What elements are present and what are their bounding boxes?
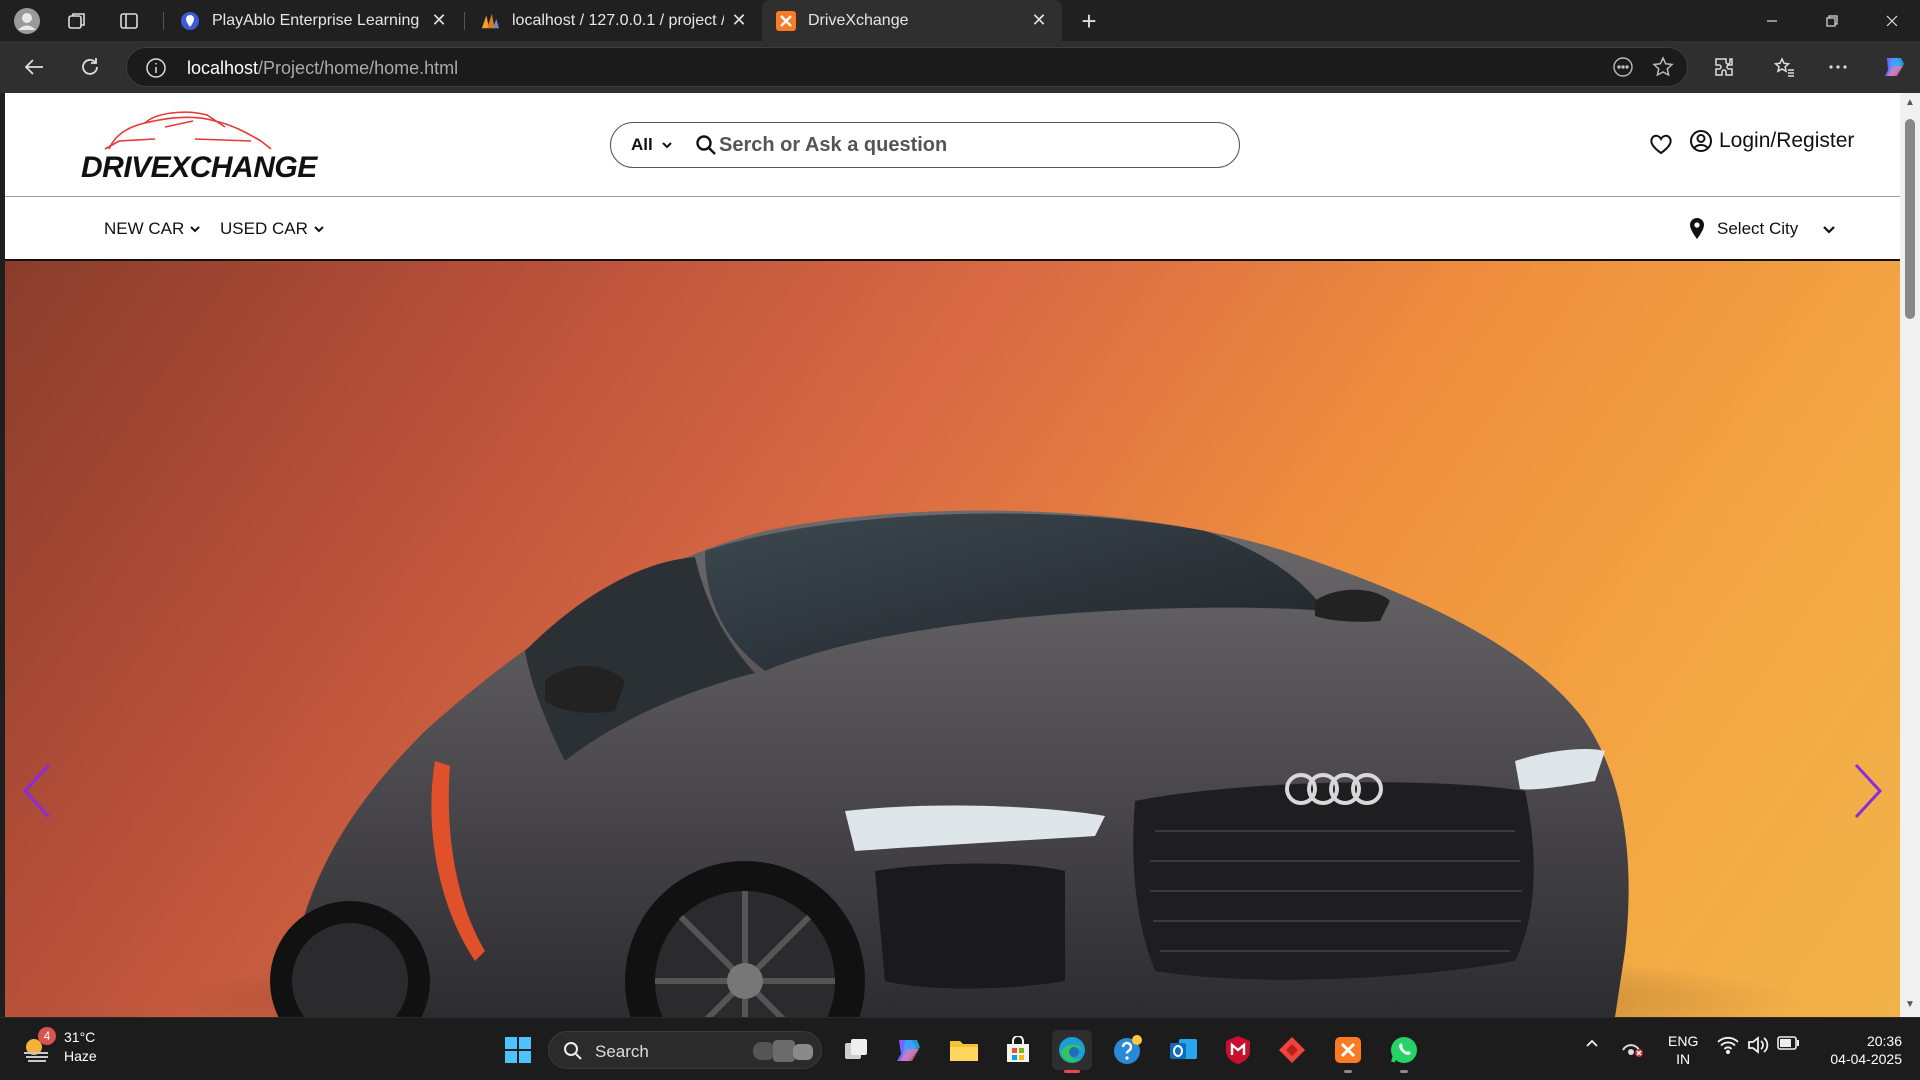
more-options-icon[interactable]: [1822, 51, 1854, 83]
search-category-select[interactable]: All: [631, 135, 673, 155]
heart-icon[interactable]: [1648, 131, 1674, 157]
tab-drivexchange[interactable]: DriveXchange ✕: [762, 0, 1062, 41]
battery-icon[interactable]: [1776, 1036, 1800, 1050]
workspaces-icon[interactable]: [62, 6, 92, 36]
whatsapp-icon[interactable]: [1384, 1030, 1424, 1073]
back-arrow-icon[interactable]: [18, 51, 50, 83]
tab-playablo[interactable]: PlayAblo Enterprise Learning ✕: [166, 0, 462, 41]
tab-close-button[interactable]: ✕: [730, 10, 748, 31]
wifi-icon[interactable]: [1716, 1036, 1740, 1054]
site-header: DRIVEXCHANGE All Login/Register: [5, 93, 1900, 197]
edge-browser-icon[interactable]: [1052, 1030, 1092, 1073]
chevron-down-icon: [662, 142, 672, 149]
nav-used-car[interactable]: USED CAR: [220, 219, 325, 239]
start-windows-icon[interactable]: [498, 1030, 538, 1070]
xampp-favicon-icon: [776, 10, 796, 31]
weather-badge: 4: [38, 1027, 56, 1045]
site-info-icon[interactable]: [145, 57, 167, 79]
url-text: localhost/Project/home/home.html: [187, 58, 459, 78]
language-indicator[interactable]: ENG IN: [1668, 1032, 1698, 1068]
xampp-icon[interactable]: [1328, 1030, 1368, 1073]
tab-title: localhost / 127.0.0.1 / project / old: [512, 11, 724, 29]
select-city-dropdown[interactable]: Select City: [1687, 217, 1836, 241]
new-tab-button[interactable]: +: [1074, 6, 1104, 36]
weather-condition: Haze: [64, 1048, 97, 1064]
hero-carousel: [5, 261, 1900, 1017]
search-bar: All: [610, 122, 1240, 168]
copilot-icon[interactable]: [1878, 51, 1910, 83]
hero-car-image: [165, 510, 1805, 1017]
logo-wordmark: DRIVEXCHANGE: [81, 151, 317, 184]
system-clock[interactable]: 20:36 04-04-2025: [1812, 1032, 1902, 1068]
volume-icon[interactable]: [1746, 1036, 1770, 1054]
search-highlight-icon: [753, 1040, 813, 1062]
tab-close-button[interactable]: ✕: [430, 10, 448, 31]
window-close-button[interactable]: [1862, 0, 1920, 41]
reading-mode-icon[interactable]: [1607, 51, 1639, 83]
site-logo[interactable]: DRIVEXCHANGE: [75, 105, 317, 185]
anydesk-icon[interactable]: [1272, 1030, 1312, 1070]
get-help-icon[interactable]: [1108, 1030, 1148, 1070]
chevron-down-icon: [314, 226, 324, 233]
microsoft-store-icon[interactable]: [998, 1030, 1038, 1070]
page-viewport: DRIVEXCHANGE All Login/Register NEW CAR …: [5, 93, 1900, 1017]
weather-haze-icon: 4: [20, 1027, 56, 1065]
tab-close-button[interactable]: ✕: [1030, 10, 1048, 31]
playablo-favicon-icon: [180, 11, 200, 31]
tab-actions-icon[interactable]: [114, 6, 144, 36]
file-explorer-icon[interactable]: [944, 1030, 984, 1070]
tab-phpmyadmin[interactable]: localhost / 127.0.0.1 / project / old ✕: [466, 0, 762, 41]
weather-temp: 31°C: [64, 1029, 96, 1045]
windows-taskbar: 4 31°C Haze Search ENG IN 20:36 04-04-20…: [0, 1017, 1920, 1080]
scrollbar-thumb[interactable]: [1905, 119, 1915, 319]
reload-icon[interactable]: [74, 51, 106, 83]
show-hidden-icons-chevron-icon[interactable]: [1582, 1036, 1602, 1050]
tab-title: PlayAblo Enterprise Learning: [212, 11, 420, 29]
search-icon[interactable]: [695, 134, 717, 156]
weather-widget[interactable]: 4 31°C Haze: [20, 1027, 97, 1066]
favorites-icon[interactable]: [1768, 51, 1800, 83]
nav-new-car[interactable]: NEW CAR: [104, 219, 201, 239]
profile-avatar-icon[interactable]: [12, 6, 42, 36]
tab-title: DriveXchange: [808, 11, 909, 29]
taskbar-search-label: Search: [595, 1042, 649, 1061]
mcafee-icon[interactable]: [1218, 1030, 1258, 1070]
favorite-star-icon[interactable]: [1647, 51, 1679, 83]
search-input[interactable]: [719, 131, 1219, 159]
network-disconnected-icon[interactable]: [1620, 1036, 1646, 1058]
restore-button[interactable]: [1802, 0, 1862, 41]
outlook-icon[interactable]: [1164, 1030, 1204, 1070]
site-nav: NEW CAR USED CAR Select City: [5, 197, 1900, 261]
chevron-down-icon: [1823, 226, 1836, 234]
carousel-prev-arrow-icon[interactable]: [17, 761, 57, 821]
browser-toolbar: localhost/Project/home/home.html: [0, 41, 1920, 93]
minimize-button[interactable]: [1742, 0, 1802, 41]
search-icon: [564, 1042, 582, 1060]
copilot-app-icon[interactable]: [888, 1030, 928, 1070]
phpmyadmin-favicon-icon: [480, 11, 500, 31]
extensions-icon[interactable]: [1708, 51, 1740, 83]
address-bar[interactable]: localhost/Project/home/home.html: [126, 47, 1688, 87]
browser-tab-strip: PlayAblo Enterprise Learning ✕ localhost…: [0, 0, 1920, 41]
chevron-down-icon: [190, 226, 200, 233]
location-pin-icon: [1690, 218, 1704, 239]
login-register-link[interactable]: Login/Register: [1689, 129, 1854, 153]
carousel-next-arrow-icon[interactable]: [1848, 761, 1888, 821]
page-scrollbar[interactable]: ▲ ▼: [1900, 93, 1920, 1017]
user-circle-icon: [1690, 130, 1712, 152]
task-view-icon[interactable]: [836, 1030, 876, 1070]
car-outline-logo-icon: [104, 111, 272, 150]
taskbar-search[interactable]: Search: [548, 1031, 822, 1069]
